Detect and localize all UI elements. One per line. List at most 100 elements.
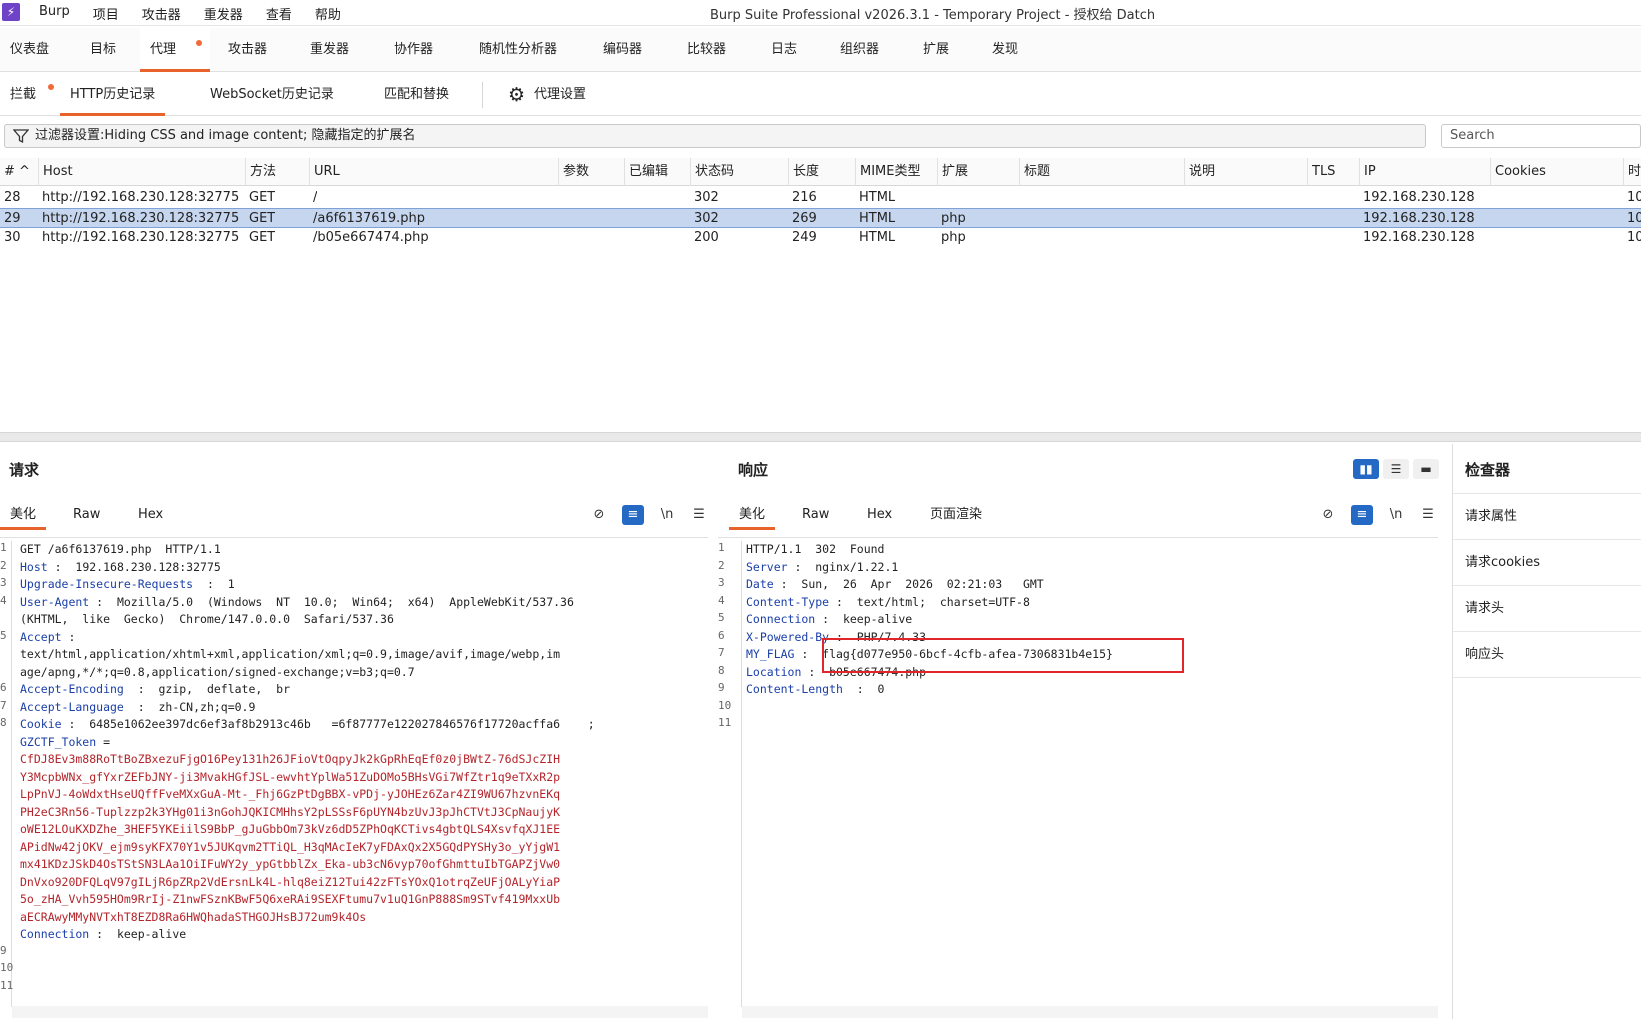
hide-nonprinting-icon[interactable]: ⊘ [588, 505, 610, 525]
proxy-settings-button[interactable]: ⚙ 代理设置 [500, 74, 596, 116]
tab-intruder[interactable]: 攻击器 [218, 28, 277, 72]
inspector-request-cookies[interactable]: 请求cookies [1453, 540, 1641, 586]
request-menu-icon[interactable]: ☰ [688, 505, 710, 525]
table-row-selected[interactable]: 29 http://192.168.230.128:32775 GET /a6f… [0, 208, 1641, 228]
tab-organizer[interactable]: 组织器 [830, 28, 889, 72]
menu-help[interactable]: 帮助 [315, 4, 341, 23]
cell-time: 10 [1627, 230, 1641, 245]
request-editor[interactable]: 1 2 3 4 5 6 7 8 9 10 11 GET /a6f6137619.php HTTP/1.… [0, 541, 708, 1007]
col-method[interactable]: 方法 [245, 158, 309, 186]
code-line: Host : 192.168.230.128:32775 [20, 559, 221, 577]
word-wrap-icon[interactable]: ≡ [1351, 505, 1373, 525]
header-value: : text/html; charset=UTF-8 [829, 594, 1030, 609]
col-edited[interactable]: 已编辑 [624, 158, 690, 186]
col-ip[interactable]: IP [1359, 158, 1490, 186]
menu-intruder[interactable]: 攻击器 [142, 4, 181, 23]
table-row[interactable]: 30 http://192.168.230.128:32775 GET /b05… [0, 228, 1641, 248]
col-url[interactable]: URL [309, 158, 558, 186]
tab-extensions[interactable]: 扩展 [913, 28, 959, 72]
token-value: oWE12LOuKXDZhe_3HEF5YKEiilS9BbP_gJuGbbOm… [20, 822, 561, 836]
col-notes[interactable]: 说明 [1184, 158, 1307, 186]
col-title[interactable]: 标题 [1019, 158, 1184, 186]
code-line: text/html,application/xhtml+xml,applicat… [20, 646, 560, 664]
header-value: : 6485e1062ee397dc6ef3af8b2913c46b =6f87… [61, 717, 595, 731]
code-line: Connection : keep-alive [20, 926, 186, 944]
tab-collaborator[interactable]: 协作器 [384, 28, 443, 72]
header-value: : gzip, deflate, br [123, 682, 291, 696]
tab-discover[interactable]: 发现 [982, 28, 1028, 72]
col-host[interactable]: Host [38, 158, 245, 186]
response-editor[interactable]: 1 2 3 4 5 6 7 8 9 10 11 HTTP/1.1 302 Found Server : … [718, 541, 1438, 1007]
line-number: 2 [0, 558, 7, 572]
response-tab-pretty[interactable]: 美化 [729, 500, 776, 530]
split-horizontal-icon[interactable]: ▮▮ [1353, 459, 1379, 479]
col-time[interactable]: 时 [1623, 158, 1641, 186]
col-params[interactable]: 参数 [558, 158, 624, 186]
response-tab-hex[interactable]: Hex [857, 500, 902, 530]
split-vertical-icon[interactable]: ☰ [1383, 459, 1409, 479]
response-scrollbar[interactable] [742, 1006, 1438, 1018]
menu-project[interactable]: 项目 [93, 4, 119, 23]
header-name: Cookie [20, 717, 62, 731]
menu-view[interactable]: 查看 [266, 4, 292, 23]
tab-intercept[interactable]: 拦截 [0, 74, 54, 116]
request-tab-hex[interactable]: Hex [128, 500, 173, 530]
inspector-response-headers[interactable]: 响应头 [1453, 632, 1641, 678]
code-line: (KHTML, like Gecko) Chrome/147.0.0.0 Saf… [20, 611, 394, 629]
line-number: 6 [0, 681, 7, 694]
inspector-request-attributes[interactable]: 请求属性 [1453, 494, 1641, 540]
filter-text: 过滤器设置:Hiding CSS and image content; 隐藏指定… [35, 128, 416, 143]
tab-repeater[interactable]: 重发器 [300, 28, 359, 72]
request-tab-pretty[interactable]: 美化 [0, 500, 47, 530]
response-tab-render[interactable]: 页面渲染 [920, 500, 992, 530]
request-gutter [0, 541, 12, 1007]
menu-burp[interactable]: Burp [39, 4, 70, 23]
line-number: 8 [718, 663, 725, 677]
response-tab-raw[interactable]: Raw [792, 500, 839, 530]
line-number: 8 [0, 716, 7, 729]
table-row[interactable]: 28 http://192.168.230.128:32775 GET / 30… [0, 188, 1641, 208]
col-number-label: # [4, 164, 15, 179]
menu-repeater[interactable]: 重发器 [204, 4, 243, 23]
col-tls[interactable]: TLS [1307, 158, 1359, 186]
col-length[interactable]: 长度 [788, 158, 855, 186]
tab-sequencer[interactable]: 随机性分析器 [469, 28, 567, 72]
filter-settings-bar[interactable]: 过滤器设置:Hiding CSS and image content; 隐藏指定… [4, 124, 1426, 148]
newline-toggle-icon[interactable]: \n [656, 505, 678, 525]
header-name: Content-Length [746, 682, 843, 696]
request-tab-raw[interactable]: Raw [63, 500, 110, 530]
col-mime[interactable]: MIME类型 [855, 158, 937, 186]
search-input[interactable]: Search [1441, 124, 1641, 148]
col-cookies[interactable]: Cookies [1490, 158, 1623, 186]
cell-url: /a6f6137619.php [313, 211, 425, 226]
line-number: 9 [0, 943, 7, 957]
cell-host: http://192.168.230.128:32775 [42, 190, 240, 205]
token-value: Y3McpbWNx_gfYxrZEFbJNY-ji3MvakHGfJSL-ewv… [20, 769, 561, 784]
header-value: : Mozilla/5.0 (Windows NT 10.0; Win64; x… [89, 594, 574, 609]
newline-toggle-icon[interactable]: \n [1385, 505, 1407, 525]
line-number: 9 [718, 681, 725, 694]
tab-target[interactable]: 目标 [80, 28, 126, 72]
response-menu-icon[interactable]: ☰ [1417, 505, 1439, 525]
tab-match-replace[interactable]: 匹配和替换 [374, 74, 459, 116]
tab-websocket-history[interactable]: WebSocket历史记录 [200, 74, 344, 116]
hide-nonprinting-icon[interactable]: ⊘ [1317, 505, 1339, 525]
col-status[interactable]: 状态码 [690, 158, 788, 186]
tab-proxy[interactable]: 代理 [140, 28, 210, 72]
col-number[interactable]: # ^ [0, 158, 38, 186]
line-number: 10 [718, 698, 732, 712]
tab-comparer[interactable]: 比较器 [677, 28, 736, 72]
pane-splitter[interactable] [0, 432, 1641, 442]
token-value: APidNw42jOKV_ejm9syKFX70Y1v5JUKqvm2TTiQL… [20, 839, 561, 854]
main-tab-bar: 仪表盘 目标 代理 攻击器 重发器 协作器 随机性分析器 编码器 比较器 日志 … [0, 28, 1641, 72]
word-wrap-icon[interactable]: ≡ [622, 505, 644, 525]
col-extension[interactable]: 扩展 [937, 158, 1019, 186]
tab-decoder[interactable]: 编码器 [593, 28, 652, 72]
inspector-request-headers[interactable]: 请求头 [1453, 586, 1641, 632]
tab-logger[interactable]: 日志 [761, 28, 807, 72]
request-scrollbar[interactable] [12, 1006, 708, 1018]
tab-dashboard[interactable]: 仪表盘 [0, 28, 59, 72]
header-name: Connection [746, 612, 816, 626]
tab-http-history[interactable]: HTTP历史记录 [60, 74, 166, 116]
single-pane-icon[interactable]: ▬ [1413, 459, 1439, 479]
